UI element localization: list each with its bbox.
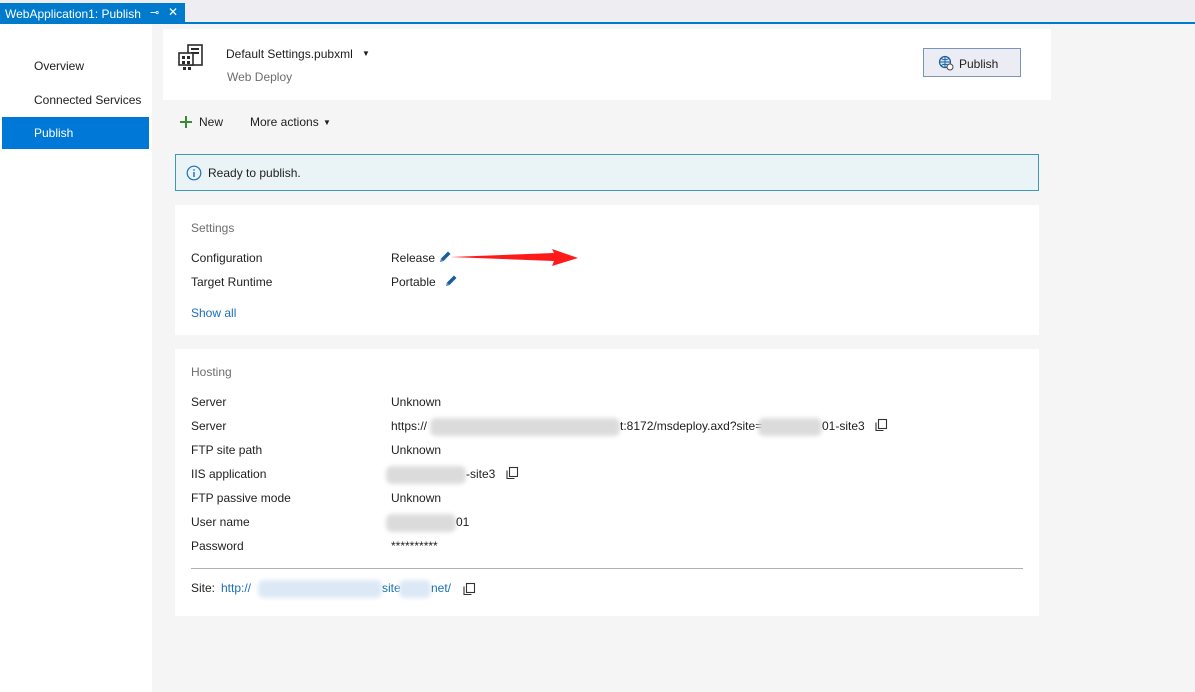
redacted-region: [386, 466, 466, 484]
redacted-region: [430, 418, 620, 436]
more-actions-button[interactable]: More actions: [250, 115, 319, 129]
hosting-value: Unknown: [391, 395, 442, 409]
pin-icon[interactable]: ⊸: [150, 6, 159, 19]
publish-profile-name[interactable]: Default Settings.pubxml: [226, 47, 353, 61]
hosting-label: Server: [191, 395, 227, 409]
hosting-label: FTP site path: [191, 443, 263, 457]
info-icon: [186, 165, 202, 181]
publish-method: Web Deploy: [227, 70, 293, 84]
hosting-value: Unknown: [391, 443, 442, 457]
hosting-label: FTP passive mode: [191, 491, 291, 505]
hosting-label: Server: [191, 419, 227, 433]
hosting-section-title: Hosting: [191, 365, 232, 379]
site-label: Site:: [191, 581, 216, 595]
hosting-value: -site3: [466, 467, 496, 481]
copy-icon[interactable]: [874, 418, 888, 432]
hosting-label: Password: [191, 539, 244, 553]
hosting-label: IIS application: [191, 467, 267, 481]
profile-dropdown-caret-icon[interactable]: ▼: [362, 49, 370, 58]
setting-label: Configuration: [191, 251, 263, 265]
redacted-region: [386, 514, 456, 532]
hosting-card: [175, 349, 1039, 616]
nav-item-connected-services[interactable]: Connected Services: [2, 84, 149, 116]
hosting-divider: [191, 568, 1023, 569]
document-tab[interactable]: WebApplication1: Publish ⊸ ✕: [0, 3, 185, 24]
show-all-link[interactable]: Show all: [191, 306, 236, 320]
copy-icon[interactable]: [505, 466, 519, 480]
site-url-middle[interactable]: site: [382, 581, 401, 595]
settings-section-title: Settings: [191, 221, 235, 235]
nav-item-publish[interactable]: Publish: [2, 117, 149, 149]
publish-button[interactable]: Publish: [923, 48, 1021, 77]
nav-item-label: Overview: [34, 59, 85, 73]
globe-publish-icon: [938, 55, 954, 71]
nav-item-label: Publish: [34, 126, 74, 140]
new-profile-button[interactable]: New: [199, 115, 223, 129]
document-tab-title: WebApplication1: Publish: [5, 7, 141, 21]
redacted-region: [258, 580, 382, 598]
redacted-region: [758, 418, 822, 436]
redacted-region: [399, 580, 431, 598]
server-url-middle: t:8172/msdeploy.axd?site=: [620, 419, 763, 433]
status-message: Ready to publish.: [208, 166, 301, 180]
plus-icon[interactable]: [179, 115, 193, 129]
annotation-arrow-icon: [450, 249, 578, 266]
chevron-down-icon[interactable]: ▼: [323, 118, 331, 127]
side-navigation: Overview Connected Services Publish: [0, 24, 152, 692]
hosting-value: 01: [456, 515, 470, 529]
nav-item-label: Connected Services: [34, 93, 142, 107]
document-tab-strip: WebApplication1: Publish ⊸ ✕: [0, 0, 1195, 24]
hosting-value: Unknown: [391, 491, 442, 505]
nav-item-overview[interactable]: Overview: [2, 50, 149, 82]
server-url-prefix: https://: [391, 419, 428, 433]
site-url-suffix[interactable]: net/: [431, 581, 451, 595]
web-deploy-profile-icon: [178, 44, 203, 70]
publish-button-label: Publish: [959, 57, 999, 71]
close-icon[interactable]: ✕: [168, 5, 178, 19]
status-message-bar: Ready to publish.: [175, 154, 1039, 191]
copy-icon[interactable]: [462, 582, 476, 596]
edit-target-runtime-pencil-icon[interactable]: [444, 274, 458, 288]
setting-value: Release: [391, 251, 436, 265]
settings-card: [175, 205, 1039, 335]
hosting-value: **********: [391, 539, 438, 553]
setting-label: Target Runtime: [191, 275, 273, 289]
hosting-label: User name: [191, 515, 250, 529]
site-url-prefix[interactable]: http://: [221, 581, 251, 595]
server-url-suffix: 01-site3: [822, 419, 865, 433]
setting-value: Portable: [391, 275, 436, 289]
profile-card: [163, 29, 1051, 100]
